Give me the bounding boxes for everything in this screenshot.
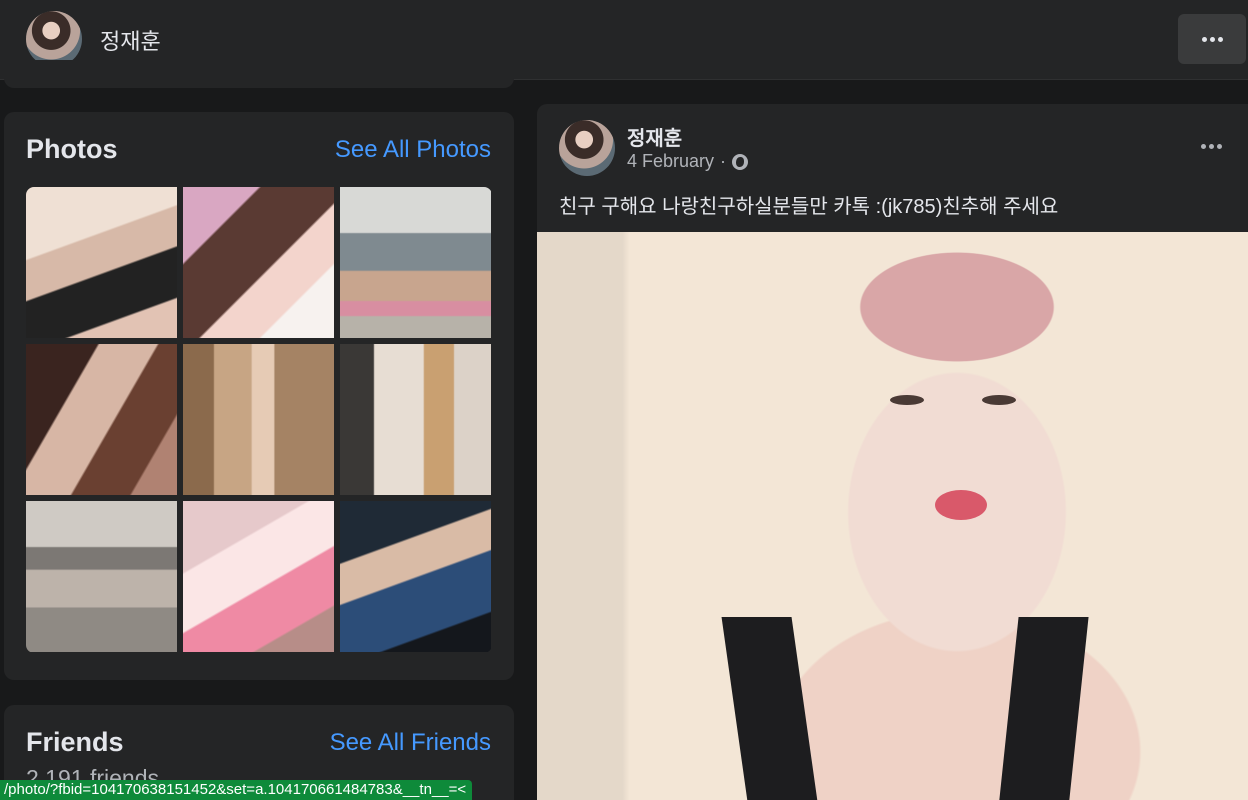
post-card: 정재훈 4 February · 친구 구해요 나랑친구하실분들만 카톡 :(j… [537, 104, 1248, 800]
see-all-friends-link[interactable]: See All Friends [330, 729, 491, 757]
photos-grid [26, 187, 492, 653]
photos-card: Photos See All Photos [4, 112, 514, 680]
photo-thumbnail[interactable] [26, 344, 177, 495]
post-meta: 4 February · [627, 151, 749, 172]
post-photo[interactable] [537, 232, 1248, 800]
post-options-button[interactable] [1201, 144, 1222, 149]
post-author-avatar[interactable] [559, 120, 615, 176]
photo-detail [982, 395, 1016, 405]
photo-detail [890, 395, 924, 405]
photo-detail [995, 617, 1089, 800]
more-options-button[interactable] [1178, 14, 1246, 64]
profile-avatar[interactable] [26, 11, 82, 67]
link-status-bar: /photo/?fbid=104170638151452&set=a.10417… [0, 780, 473, 800]
photo-detail [721, 617, 823, 800]
photo-thumbnail[interactable] [340, 187, 491, 338]
profile-name[interactable]: 정재훈 [100, 24, 161, 56]
more-horizontal-icon [1201, 36, 1223, 42]
friends-title: Friends [26, 727, 124, 757]
photo-thumbnail[interactable] [26, 187, 177, 338]
photos-title: Photos [26, 134, 118, 164]
globe-icon [732, 153, 749, 170]
photo-thumbnail[interactable] [183, 344, 334, 495]
photo-thumbnail[interactable] [26, 501, 177, 652]
more-horizontal-icon [1201, 144, 1222, 149]
post-author-name[interactable]: 정재훈 [627, 122, 682, 151]
intro-card [4, 60, 514, 88]
photo-thumbnail[interactable] [183, 187, 334, 338]
photo-thumbnail[interactable] [340, 501, 491, 652]
photo-thumbnail[interactable] [340, 344, 491, 495]
see-all-photos-link[interactable]: See All Photos [335, 136, 491, 164]
photo-detail [935, 490, 987, 520]
photo-thumbnail[interactable] [183, 501, 334, 652]
post-caption: 친구 구해요 나랑친구하실분들만 카톡 :(jk785)친추해 주세요 [559, 196, 1059, 218]
post-date[interactable]: 4 February [627, 151, 714, 172]
meta-separator: · [720, 151, 727, 171]
